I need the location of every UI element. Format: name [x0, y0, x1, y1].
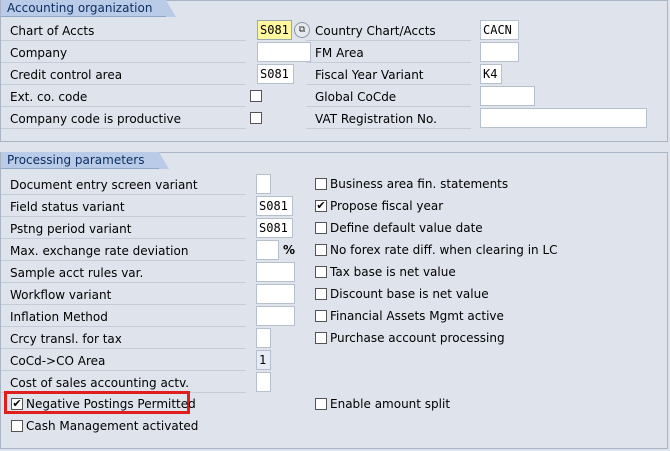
- vat-reg-field[interactable]: [480, 108, 647, 128]
- inflation-method-label: Inflation Method: [1, 307, 246, 327]
- enable-amount-split-label: Enable amount split: [330, 397, 451, 411]
- cocd-co-area-field[interactable]: 1: [256, 350, 271, 370]
- ext-co-code-label: Ext. co. code: [1, 87, 246, 107]
- field-status-variant-field[interactable]: S081: [256, 196, 293, 216]
- negative-postings-label: Negative Postings Permitted: [26, 397, 196, 411]
- max-exchange-rate-label: Max. exchange rate deviation: [1, 241, 246, 261]
- credit-control-label: Credit control area: [1, 65, 246, 85]
- credit-control-field[interactable]: S081: [257, 64, 294, 84]
- purchase-account-processing-label: Purchase account processing: [330, 331, 505, 345]
- business-area-label: Business area fin. statements: [330, 177, 509, 191]
- accounting-organization-title: Accounting organization: [1, 0, 177, 17]
- sample-acct-rules-field[interactable]: [256, 262, 295, 282]
- country-chart-label: Country Chart/Accts: [306, 21, 471, 41]
- discount-base-net-label: Discount base is net value: [330, 287, 489, 301]
- purchase-account-processing-checkbox[interactable]: [315, 332, 327, 344]
- no-forex-rate-diff-checkbox[interactable]: [315, 244, 327, 256]
- processing-parameters-title: Processing parameters: [1, 152, 168, 169]
- workflow-variant-field[interactable]: [256, 284, 295, 304]
- pstng-period-variant-field[interactable]: S081: [256, 218, 293, 238]
- processing-parameters-group: Processing parameters Document entry scr…: [0, 152, 668, 449]
- propose-fiscal-year-checkbox[interactable]: ✔: [315, 200, 327, 212]
- cost-of-sales-label: Cost of sales accounting actv.: [1, 373, 246, 393]
- cost-of-sales-field[interactable]: [256, 372, 271, 392]
- sample-acct-rules-label: Sample acct rules var.: [1, 263, 246, 283]
- pstng-period-variant-label: Pstng period variant: [1, 219, 246, 239]
- productive-checkbox[interactable]: [250, 112, 262, 124]
- country-chart-field[interactable]: CACN: [480, 20, 519, 40]
- company-field[interactable]: [257, 42, 311, 62]
- fiscal-year-variant-field[interactable]: K4: [480, 64, 502, 84]
- cocd-co-area-label: CoCd->CO Area: [1, 351, 246, 371]
- default-value-date-checkbox[interactable]: [315, 222, 327, 234]
- vat-reg-label: VAT Registration No.: [306, 109, 471, 129]
- productive-label: Company code is productive: [1, 109, 246, 129]
- global-cocde-field[interactable]: [480, 86, 535, 106]
- financial-assets-mgmt-checkbox[interactable]: [315, 310, 327, 322]
- ext-co-code-checkbox[interactable]: [250, 90, 262, 102]
- doc-entry-variant-label: Document entry screen variant: [1, 175, 246, 195]
- fm-area-label: FM Area: [306, 43, 471, 63]
- accounting-organization-group: Accounting organization Chart of Accts S…: [0, 0, 668, 142]
- default-value-date-label: Define default value date: [330, 221, 483, 235]
- negative-postings-checkbox[interactable]: ✔: [11, 398, 23, 410]
- global-cocde-label: Global CoCde: [306, 87, 471, 107]
- tax-base-net-checkbox[interactable]: [315, 266, 327, 278]
- crcy-transl-tax-label: Crcy transl. for tax: [1, 329, 246, 349]
- crcy-transl-tax-field[interactable]: [256, 328, 271, 348]
- discount-base-net-checkbox[interactable]: [315, 288, 327, 300]
- max-exchange-rate-field[interactable]: [256, 240, 279, 260]
- cash-management-label: Cash Management activated: [26, 419, 199, 433]
- no-forex-rate-diff-label: No forex rate diff. when clearing in LC: [330, 243, 558, 257]
- company-label: Company: [1, 43, 246, 63]
- business-area-checkbox[interactable]: [315, 178, 327, 190]
- chart-of-accts-label: Chart of Accts: [1, 21, 246, 41]
- inflation-method-field[interactable]: [256, 306, 295, 326]
- enable-amount-split-checkbox[interactable]: [315, 398, 327, 410]
- percent-unit: %: [283, 243, 296, 257]
- fm-area-field[interactable]: [480, 42, 519, 62]
- workflow-variant-label: Workflow variant: [1, 285, 246, 305]
- propose-fiscal-year-label: Propose fiscal year: [330, 199, 444, 213]
- fiscal-year-variant-label: Fiscal Year Variant: [306, 65, 471, 85]
- tax-base-net-label: Tax base is net value: [330, 265, 456, 279]
- financial-assets-mgmt-label: Financial Assets Mgmt active: [330, 309, 504, 323]
- chart-of-accts-field[interactable]: S081: [257, 20, 292, 40]
- cash-management-checkbox[interactable]: [11, 420, 23, 432]
- field-status-variant-label: Field status variant: [1, 197, 246, 217]
- doc-entry-variant-field[interactable]: [256, 174, 271, 194]
